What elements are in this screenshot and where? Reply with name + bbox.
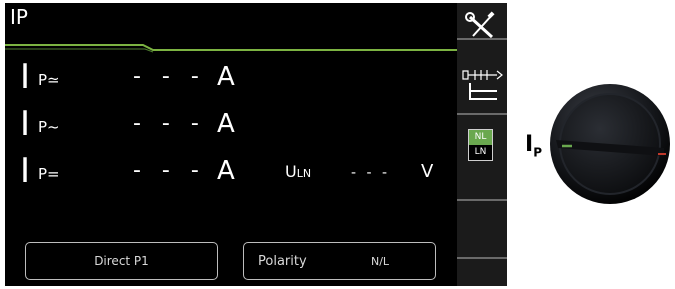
toggle-nl: NL: [469, 130, 492, 145]
dial-label: IP: [525, 132, 542, 160]
ip-unit: A: [217, 109, 235, 139]
ip-sub-label: P=: [38, 165, 60, 183]
polarity-label: Polarity: [258, 254, 307, 269]
probe-connector-icon: [462, 70, 503, 100]
screen-title: IP: [10, 5, 28, 29]
ip-label: I: [20, 104, 31, 144]
rotary-selector-knob[interactable]: [548, 82, 672, 206]
settings-tools-icon: [465, 11, 495, 39]
probe-softkey[interactable]: [457, 63, 507, 107]
ip-value: - - -: [133, 111, 206, 136]
softkey-divider: [457, 199, 507, 201]
ip-value: - - -: [133, 64, 206, 89]
polarity-value: N/L: [371, 255, 390, 268]
uln-value: - - -: [351, 165, 391, 181]
uln-label: ULN: [285, 162, 312, 181]
ip-label: I: [20, 151, 31, 191]
direct-p1-label: Direct P1: [94, 254, 149, 268]
softkey-sidebar: NL LN: [457, 3, 507, 286]
softkey-divider: [457, 113, 507, 115]
measurement-row-ip-ac: I P~ - - - A: [5, 104, 455, 144]
uln-unit: V: [421, 161, 434, 182]
ip-sub-label: P~: [38, 118, 60, 136]
ip-unit: A: [217, 62, 235, 92]
toggle-ln: LN: [469, 145, 492, 160]
ip-value: - - -: [133, 158, 206, 183]
measurement-row-ip-dc: I P= - - - A ULN - - - V: [5, 151, 455, 191]
softkey-divider: [457, 257, 507, 259]
settings-softkey[interactable]: [457, 9, 507, 43]
direct-p1-button[interactable]: Direct P1: [25, 242, 218, 280]
nl-ln-toggle-icon: NL LN: [468, 129, 493, 161]
nl-ln-toggle-softkey[interactable]: NL LN: [457, 128, 507, 164]
ip-sub-label: P≃: [38, 71, 60, 89]
polarity-button[interactable]: Polarity N/L: [243, 242, 436, 280]
ip-label: I: [20, 57, 31, 97]
ip-unit: A: [217, 156, 235, 186]
device-screen: IP I P≃ - - - A I P~ - - - A I P= - - - …: [5, 3, 507, 286]
title-underline: [5, 44, 457, 53]
measurement-row-ip-ac-dc: I P≃ - - - A: [5, 57, 455, 97]
